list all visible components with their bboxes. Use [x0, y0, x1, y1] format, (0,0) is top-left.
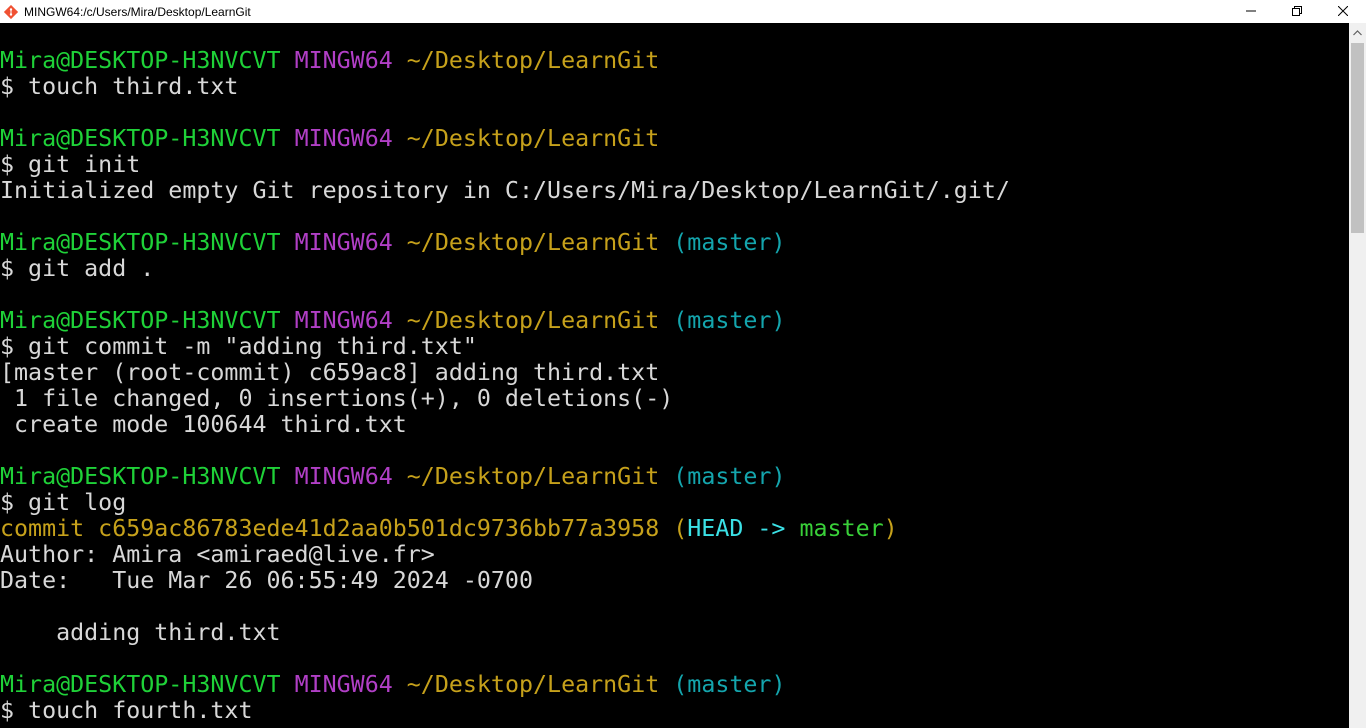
close-button[interactable] [1320, 0, 1366, 23]
log-branch-ref: master [799, 515, 884, 542]
command-line: $ touch third.txt [0, 73, 239, 100]
prompt-user: Mira@DESKTOP-H3NVCVT [0, 47, 281, 74]
prompt-path: ~/Desktop/LearnGit [406, 671, 660, 698]
log-paren-open: ( [673, 515, 688, 542]
title-bar[interactable]: MINGW64:/c/Users/Mira/Desktop/LearnGit [0, 0, 1366, 23]
prompt-user: Mira@DESKTOP-H3NVCVT [0, 307, 281, 334]
prompt-user: Mira@DESKTOP-H3NVCVT [0, 229, 281, 256]
prompt-system: MINGW64 [294, 463, 393, 490]
chevron-up-icon [1353, 23, 1362, 41]
minimize-icon [1246, 5, 1256, 19]
command-line: $ git log [0, 489, 127, 516]
git-bash-icon [3, 4, 19, 20]
prompt-line: Mira@DESKTOP-H3NVCVT MINGW64 ~/Desktop/L… [0, 464, 1349, 490]
window-controls [1228, 0, 1366, 23]
restore-icon [1292, 5, 1302, 19]
prompt-line: Mira@DESKTOP-H3NVCVT MINGW64 ~/Desktop/L… [0, 126, 1349, 152]
log-paren-close: ) [883, 515, 898, 542]
vertical-scrollbar[interactable] [1349, 23, 1366, 728]
prompt-system: MINGW64 [294, 125, 393, 152]
prompt-user: Mira@DESKTOP-H3NVCVT [0, 463, 281, 490]
prompt-path: ~/Desktop/LearnGit [406, 463, 660, 490]
log-commit-line: commit c659ac86783ede41d2aa0b501dc9736bb… [0, 516, 1349, 542]
prompt-system: MINGW64 [294, 47, 393, 74]
minimize-button[interactable] [1228, 0, 1274, 23]
prompt-line: Mira@DESKTOP-H3NVCVT MINGW64 ~/Desktop/L… [0, 308, 1349, 334]
prompt-system: MINGW64 [294, 307, 393, 334]
command-line: $ git commit -m "adding third.txt" [0, 333, 477, 360]
log-author: Author: Amira <amiraed@live.fr> [0, 541, 435, 568]
prompt-system: MINGW64 [294, 229, 393, 256]
prompt-user: Mira@DESKTOP-H3NVCVT [0, 125, 281, 152]
terminal-output[interactable]: Mira@DESKTOP-H3NVCVT MINGW64 ~/Desktop/L… [0, 23, 1349, 728]
prompt-branch: (master) [673, 463, 786, 490]
prompt-system: MINGW64 [294, 671, 393, 698]
prompt-line: Mira@DESKTOP-H3NVCVT MINGW64 ~/Desktop/L… [0, 672, 1349, 698]
maximize-button[interactable] [1274, 0, 1320, 23]
window-title: MINGW64:/c/Users/Mira/Desktop/LearnGit [24, 4, 251, 19]
prompt-path: ~/Desktop/LearnGit [406, 307, 660, 334]
log-commit-hash: commit c659ac86783ede41d2aa0b501dc9736bb… [0, 515, 660, 542]
prompt-branch: (master) [673, 229, 786, 256]
prompt-branch: (master) [673, 307, 786, 334]
command-line: $ git init [0, 151, 141, 178]
close-icon [1337, 5, 1349, 19]
scroll-thumb[interactable] [1351, 43, 1364, 233]
terminal-window: MINGW64:/c/Users/Mira/Desktop/LearnGit M… [0, 0, 1366, 728]
prompt-path: ~/Desktop/LearnGit [406, 125, 660, 152]
output-line: Initialized empty Git repository in C:/U… [0, 177, 1010, 204]
prompt-user: Mira@DESKTOP-H3NVCVT [0, 671, 281, 698]
log-message: adding third.txt [0, 619, 281, 646]
command-line: $ touch fourth.txt [0, 697, 253, 724]
scroll-up-button[interactable] [1349, 23, 1366, 40]
prompt-branch: (master) [673, 671, 786, 698]
prompt-path: ~/Desktop/LearnGit [406, 229, 660, 256]
output-line: create mode 100644 third.txt [0, 411, 407, 438]
log-head-ref: HEAD -> [687, 515, 800, 542]
log-date: Date: Tue Mar 26 06:55:49 2024 -0700 [0, 567, 533, 594]
command-line: $ git add . [0, 255, 155, 282]
output-line: [master (root-commit) c659ac8] adding th… [0, 359, 660, 386]
prompt-line: Mira@DESKTOP-H3NVCVT MINGW64 ~/Desktop/L… [0, 48, 1349, 74]
prompt-line: Mira@DESKTOP-H3NVCVT MINGW64 ~/Desktop/L… [0, 230, 1349, 256]
output-line: 1 file changed, 0 insertions(+), 0 delet… [0, 385, 674, 412]
prompt-path: ~/Desktop/LearnGit [406, 47, 660, 74]
